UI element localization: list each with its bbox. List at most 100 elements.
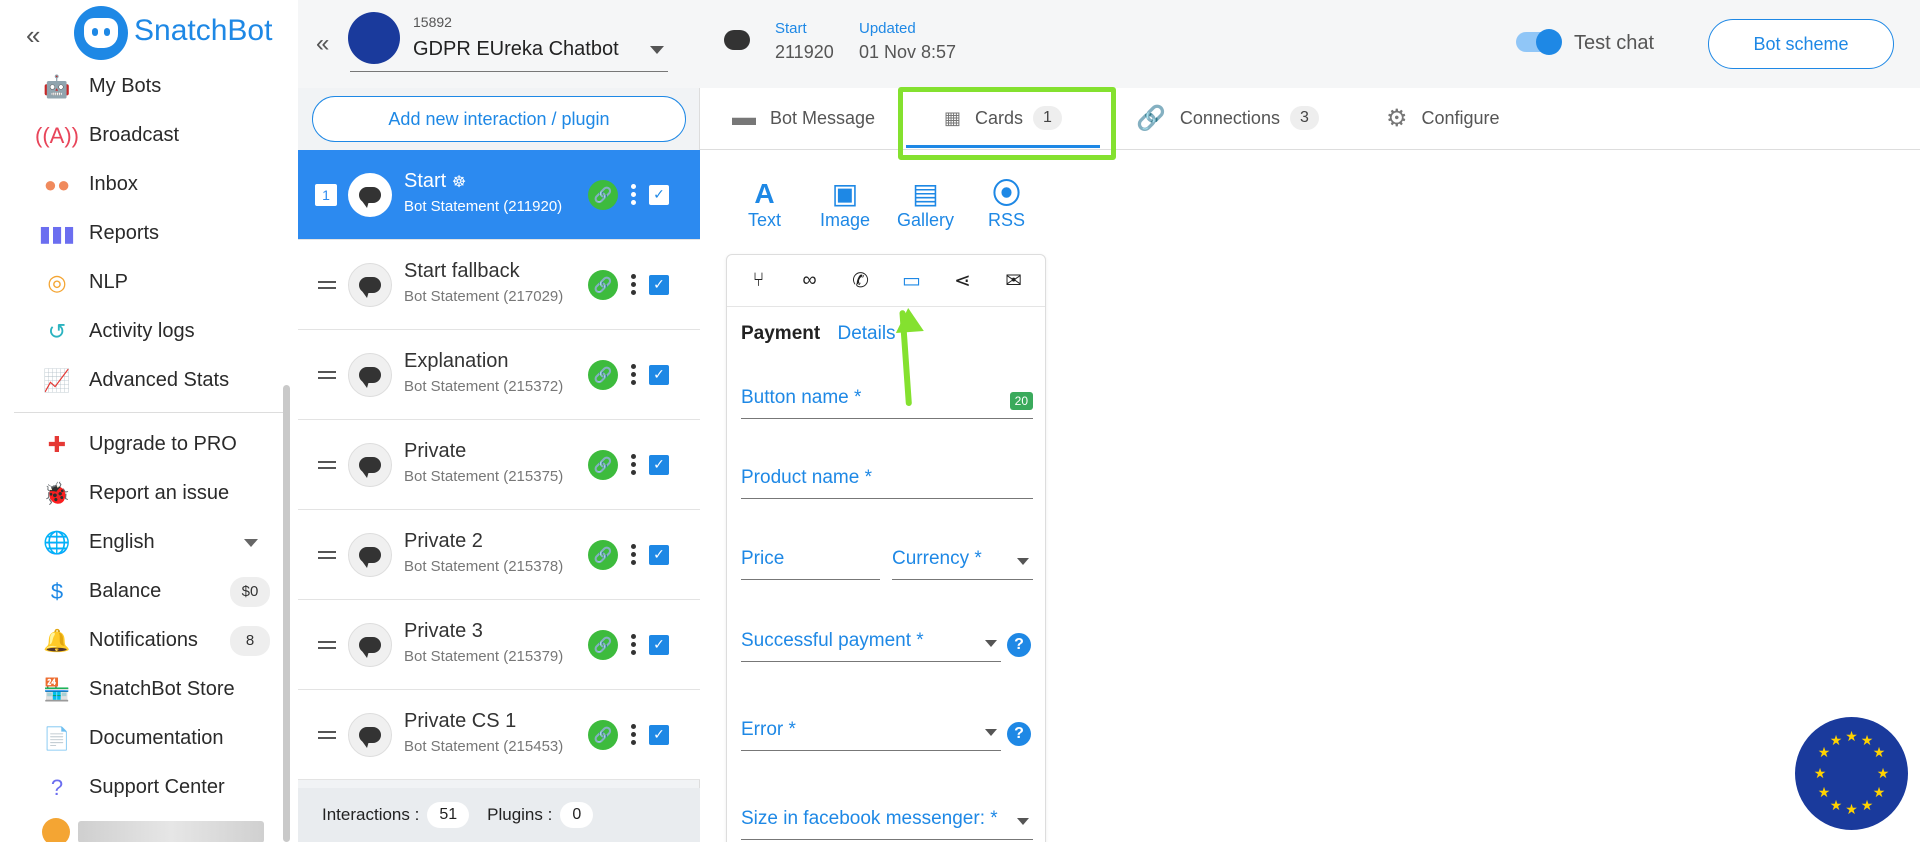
more-options-icon[interactable] [631, 451, 637, 478]
item-subtitle: Bot Statement (215375) [404, 468, 564, 485]
rss-icon: ⦿ [992, 178, 1021, 209]
nav-divider [14, 412, 284, 413]
list-item[interactable]: Private 3 Bot Statement (215379) 🔗 ✓ [298, 600, 700, 690]
nav-item-broadcast[interactable]: ((A)) Broadcast [0, 111, 280, 160]
help-icon[interactable]: ? [1007, 633, 1031, 657]
chevron-down-icon[interactable] [650, 46, 664, 54]
bot-name[interactable]: GDPR EUreka Chatbot [413, 38, 619, 61]
drag-handle-icon[interactable] [318, 547, 336, 563]
product-name-field[interactable]: Product name * [741, 463, 1033, 499]
tab-connections[interactable]: 🔗 Connections 3 [1136, 88, 1319, 148]
phone-icon[interactable]: ✆ [846, 268, 876, 293]
link-icon[interactable]: 🔗 [588, 449, 618, 480]
card-type-rss[interactable]: ⦿ RSS [988, 178, 1025, 231]
item-checkbox[interactable]: ✓ [649, 544, 669, 565]
branch-icon[interactable]: ⑂ [744, 269, 774, 292]
item-subtitle: Bot Statement (217029) [404, 288, 564, 305]
messenger-size-select[interactable]: Size in facebook messenger: * [741, 804, 1033, 840]
more-options-icon[interactable] [631, 271, 637, 298]
nav-item-advanced-stats[interactable]: 📈 Advanced Stats [0, 356, 280, 405]
successful-payment-select[interactable]: Successful payment * [741, 626, 1001, 662]
tab-cards[interactable]: ▦ Cards 1 [906, 88, 1100, 148]
more-options-icon[interactable] [631, 181, 637, 208]
tab-details[interactable]: Details [837, 323, 895, 344]
card-type-image[interactable]: ▣ Image [820, 178, 870, 231]
char-counter: 20 [1009, 392, 1033, 410]
add-interaction-button[interactable]: Add new interaction / plugin [312, 96, 686, 142]
item-checkbox[interactable]: ✓ [649, 364, 669, 385]
drag-handle-icon[interactable] [318, 637, 336, 653]
link-icon[interactable]: 🔗 [588, 629, 618, 660]
nav-item-my-bots[interactable]: 🤖 My Bots [0, 62, 280, 111]
nav-item-support[interactable]: ? Support Center [0, 763, 280, 812]
card-icon[interactable]: ▭ [897, 268, 927, 293]
test-chat-toggle[interactable] [1516, 29, 1562, 55]
link-icon[interactable]: 🔗 [588, 539, 618, 570]
user-profile[interactable] [42, 818, 264, 842]
nav-scrollbar[interactable] [283, 385, 290, 842]
item-checkbox[interactable]: ✓ [649, 184, 669, 205]
price-field[interactable]: Price [741, 544, 880, 580]
bot-scheme-button[interactable]: Bot scheme [1708, 19, 1894, 69]
drag-handle-icon[interactable] [318, 727, 336, 743]
button-name-field[interactable]: Button name * 20 [741, 383, 1033, 419]
item-checkbox[interactable]: ✓ [649, 454, 669, 475]
bar-chart-icon: ▮▮▮ [38, 220, 76, 246]
nav-item-documentation[interactable]: 📄 Documentation [0, 714, 280, 763]
more-options-icon[interactable] [631, 541, 637, 568]
left-navigation: « SnatchBot 🤖 My Bots ((A)) Broadcast ●● In… [0, 0, 296, 842]
currency-select[interactable]: Currency * [892, 544, 1033, 580]
link-icon[interactable]: ∞ [795, 269, 825, 292]
updated-label: Updated [859, 20, 916, 37]
error-select[interactable]: Error * [741, 715, 1001, 751]
nav-item-report-issue[interactable]: 🐞 Report an issue [0, 469, 280, 518]
connections-count: 3 [1289, 106, 1319, 130]
nav-item-reports[interactable]: ▮▮▮ Reports [0, 209, 280, 258]
link-icon[interactable]: 🔗 [588, 719, 618, 750]
payment-subtabs: Payment Details [741, 323, 896, 345]
item-checkbox[interactable]: ✓ [649, 724, 669, 745]
more-options-icon[interactable] [631, 361, 637, 388]
drag-handle-icon[interactable] [318, 367, 336, 383]
list-item[interactable]: Explanation Bot Statement (215372) 🔗 ✓ [298, 330, 700, 420]
drag-handle-icon[interactable] [318, 457, 336, 473]
store-icon: 🏪 [43, 676, 71, 702]
svg-text:★: ★ [1818, 785, 1831, 801]
chat-bubble-icon [348, 262, 392, 307]
collapse-list-icon[interactable]: « [316, 30, 329, 58]
list-item[interactable]: Private 2 Bot Statement (215378) 🔗 ✓ [298, 510, 700, 600]
share-icon[interactable]: ⋖ [948, 268, 978, 293]
list-item[interactable]: Private Bot Statement (215375) 🔗 ✓ [298, 420, 700, 510]
more-options-icon[interactable] [631, 721, 637, 748]
nav-item-inbox[interactable]: ●● Inbox [0, 160, 280, 209]
card-type-text[interactable]: A Text [748, 178, 781, 231]
nav-item-activity-logs[interactable]: ↺ Activity logs [0, 307, 280, 356]
help-icon[interactable]: ? [1007, 722, 1031, 746]
list-item[interactable]: Private CS 1 Bot Statement (215453) 🔗 ✓ [298, 690, 700, 780]
card-type-gallery[interactable]: ▤ Gallery [897, 178, 954, 231]
link-icon[interactable]: 🔗 [588, 179, 618, 210]
bot-select-underline [350, 71, 668, 72]
item-checkbox[interactable]: ✓ [649, 634, 669, 655]
item-subtitle: Bot Statement (215453) [404, 738, 564, 755]
link-icon[interactable]: 🔗 [588, 359, 618, 390]
nav-item-language[interactable]: 🌐 English [0, 518, 280, 567]
tab-payment[interactable]: Payment [741, 323, 820, 344]
list-item[interactable]: 1 Start ☸ Bot Statement (211920) 🔗 ✓ [298, 150, 700, 240]
nav-item-store[interactable]: 🏪 SnatchBot Store [0, 665, 280, 714]
drag-handle-icon[interactable] [318, 277, 336, 293]
item-subtitle: Bot Statement (215372) [404, 378, 564, 395]
mail-icon[interactable]: ✉ [999, 268, 1029, 293]
link-icon[interactable]: 🔗 [588, 269, 618, 300]
tab-configure[interactable]: ⚙ Configure [1386, 88, 1500, 148]
nav-item-notifications[interactable]: 🔔 Notifications 8 [0, 616, 280, 665]
more-options-icon[interactable] [631, 631, 637, 658]
collapse-nav-icon[interactable]: « [26, 20, 40, 51]
nav-item-upgrade[interactable]: ✚ Upgrade to PRO [0, 420, 280, 469]
list-item[interactable]: Start fallback Bot Statement (217029) 🔗 … [298, 240, 700, 330]
balance-badge: $0 [230, 576, 270, 607]
tab-bot-message[interactable]: ▬ Bot Message [732, 88, 875, 148]
nav-item-balance[interactable]: $ Balance $0 [0, 567, 280, 616]
item-checkbox[interactable]: ✓ [649, 274, 669, 295]
nav-item-nlp[interactable]: ◎ NLP [0, 258, 280, 307]
